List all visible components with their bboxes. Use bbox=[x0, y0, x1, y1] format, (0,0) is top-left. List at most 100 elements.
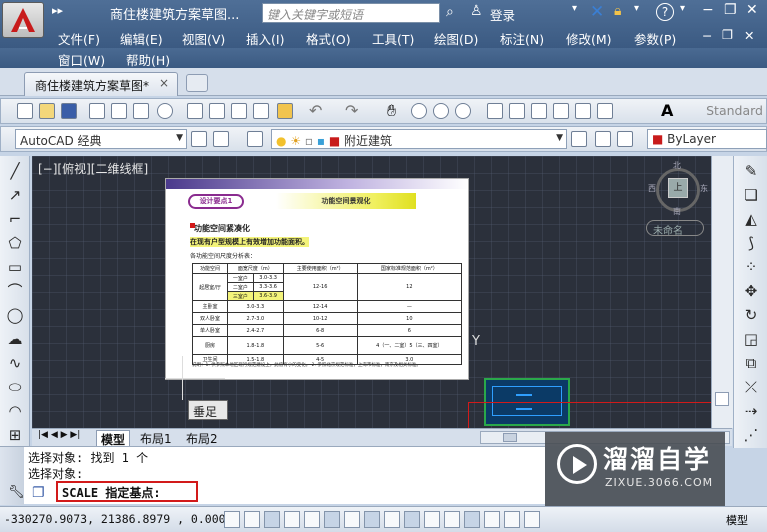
coordinate-readout[interactable]: -330270.9073, 21386.8979 , 0.0000 bbox=[4, 512, 232, 526]
spline-icon[interactable]: ∿ bbox=[6, 354, 24, 372]
move-icon[interactable]: ✥ bbox=[742, 282, 760, 300]
status-model-label[interactable]: 模型 bbox=[726, 512, 748, 528]
grid-display-icon[interactable] bbox=[264, 511, 280, 528]
infer-constraints-icon[interactable] bbox=[224, 511, 240, 528]
close-window-icon[interactable]: ✕ bbox=[746, 2, 758, 18]
cut-icon[interactable] bbox=[187, 103, 203, 119]
dropdown-arrow-icon-2[interactable]: ▾ bbox=[634, 3, 639, 14]
login-link[interactable]: 登录 bbox=[490, 5, 515, 24]
workspace-save-icon[interactable] bbox=[213, 131, 229, 147]
dynamic-input-icon[interactable] bbox=[404, 511, 420, 528]
color-combo[interactable]: ■ ByLayer bbox=[647, 129, 767, 149]
tool-palettes-icon[interactable] bbox=[531, 103, 547, 119]
workspace-settings-icon[interactable] bbox=[191, 131, 207, 147]
menu-format[interactable]: 格式(O) bbox=[306, 29, 351, 48]
ortho-mode-icon[interactable] bbox=[284, 511, 300, 528]
search-input[interactable]: 键入关键字或短语 bbox=[262, 3, 440, 23]
zoom-realtime-icon[interactable] bbox=[411, 103, 427, 119]
mdi-minimize-icon[interactable]: − bbox=[702, 28, 712, 43]
new-file-icon[interactable] bbox=[17, 103, 33, 119]
object-snap-icon[interactable] bbox=[324, 511, 340, 528]
construction-line-icon[interactable]: ↗ bbox=[6, 186, 24, 204]
zoom-previous-icon[interactable] bbox=[455, 103, 471, 119]
close-tab-icon[interactable]: × bbox=[159, 76, 169, 90]
offset-icon[interactable]: ⟆ bbox=[742, 234, 760, 252]
undo-icon[interactable]: ↶ bbox=[309, 101, 322, 120]
menu-help[interactable]: 帮助(H) bbox=[126, 50, 170, 69]
tab-nav-first-icon[interactable]: |◀ ◀ ▶ ▶| bbox=[34, 430, 84, 440]
vertical-scrollbar[interactable] bbox=[711, 156, 733, 428]
mdi-restore-icon[interactable]: ❐ bbox=[722, 27, 733, 42]
ucs-menu[interactable]: 未命名 bbox=[646, 220, 704, 237]
menu-draw[interactable]: 绘图(D) bbox=[434, 29, 478, 48]
sheet-set-icon[interactable] bbox=[553, 103, 569, 119]
polygon-icon[interactable]: ⬠ bbox=[6, 234, 24, 252]
application-menu-button[interactable] bbox=[2, 2, 44, 38]
viewcube-top-face[interactable]: 上 bbox=[668, 178, 688, 198]
3d-osnap-icon[interactable] bbox=[344, 511, 360, 528]
insert-block-icon[interactable]: ⊞ bbox=[6, 426, 24, 444]
menu-tools[interactable]: 工具(T) bbox=[372, 29, 414, 48]
embedded-document-image[interactable]: 设计要点1 功能空间景观化 功能空间紧凑化 在现有户型规模上有效增加功能面积。 … bbox=[165, 178, 469, 380]
new-tab-button[interactable] bbox=[186, 74, 208, 92]
dropdown-arrow-icon[interactable]: ▾ bbox=[572, 3, 577, 14]
workspace-combo[interactable]: AutoCAD 经典 ▼ bbox=[15, 129, 187, 149]
polar-tracking-icon[interactable] bbox=[304, 511, 320, 528]
pan-icon[interactable] bbox=[524, 511, 540, 528]
lineweight-icon[interactable] bbox=[424, 511, 440, 528]
revision-cloud-icon[interactable]: ☁ bbox=[6, 330, 24, 348]
wrench-icon[interactable]: 🔧︎ bbox=[8, 485, 25, 500]
binoculars-icon[interactable]: ⌕ bbox=[446, 4, 454, 20]
make-current-layer-icon[interactable] bbox=[571, 131, 587, 147]
layer-manager-icon[interactable] bbox=[247, 131, 263, 147]
copy-icon[interactable] bbox=[209, 103, 225, 119]
design-center-icon[interactable] bbox=[509, 103, 525, 119]
user-icon[interactable]: ♙ bbox=[470, 3, 483, 19]
restore-window-icon[interactable]: ❐ bbox=[724, 2, 737, 18]
quick-access-expand-icon[interactable]: ▸▸ bbox=[52, 4, 63, 17]
publish-icon[interactable] bbox=[157, 103, 173, 119]
vertical-scroll-thumb[interactable] bbox=[715, 392, 729, 406]
trim-icon[interactable]: ⤫ bbox=[742, 378, 760, 396]
selection-cycling-icon[interactable] bbox=[484, 511, 500, 528]
otrack-icon[interactable] bbox=[364, 511, 380, 528]
match-properties-icon[interactable] bbox=[253, 103, 269, 119]
snap-mode-icon[interactable] bbox=[244, 511, 260, 528]
mdi-close-icon[interactable]: ✕ bbox=[744, 28, 754, 43]
drawing-canvas[interactable]: [−][俯视][二维线框] 设计要点1 功能空间景观化 功能空间紧凑化 在现有户… bbox=[32, 156, 711, 428]
transparency-icon[interactable] bbox=[444, 511, 460, 528]
calculator-icon[interactable] bbox=[597, 103, 613, 119]
help-dropdown-icon[interactable]: ▾ bbox=[680, 3, 685, 14]
properties-icon[interactable] bbox=[487, 103, 503, 119]
print-preview-icon[interactable] bbox=[111, 103, 127, 119]
document-tab[interactable]: 商住楼建筑方案草图* × bbox=[24, 72, 178, 96]
command-history-icon[interactable]: ❐ bbox=[32, 485, 45, 501]
exchange-icon[interactable]: ✕ bbox=[590, 2, 604, 22]
menu-edit[interactable]: 编辑(E) bbox=[120, 29, 163, 48]
scale-icon[interactable]: ◲ bbox=[742, 330, 760, 348]
menu-parametric[interactable]: 参数(P) bbox=[634, 29, 676, 48]
help-icon[interactable]: ? bbox=[656, 3, 674, 21]
pan-hand-icon[interactable]: ✋︎ bbox=[387, 101, 396, 121]
quick-properties-icon[interactable] bbox=[464, 511, 480, 528]
command-input[interactable]: SCALE 指定基点: bbox=[56, 481, 198, 502]
break-icon[interactable]: ⋰ bbox=[742, 426, 760, 444]
array-icon[interactable]: ⁘ bbox=[742, 258, 760, 276]
rectangle-icon[interactable]: ▭ bbox=[6, 258, 24, 276]
open-file-icon[interactable] bbox=[39, 103, 55, 119]
layer-combo[interactable]: ● ☀ ▫ ▪ ■ 附近建筑 ▼ bbox=[271, 129, 567, 149]
rotate-icon[interactable]: ↻ bbox=[742, 306, 760, 324]
scrollbar-thumb[interactable] bbox=[503, 433, 517, 442]
viewport-controls-label[interactable]: [−][俯视][二维线框] bbox=[38, 160, 148, 177]
layer-previous-icon[interactable] bbox=[595, 131, 611, 147]
paste-icon[interactable] bbox=[231, 103, 247, 119]
zoom-window-icon[interactable] bbox=[433, 103, 449, 119]
minimize-window-icon[interactable]: − bbox=[702, 2, 714, 18]
dynamic-ucs-icon[interactable] bbox=[384, 511, 400, 528]
layer-state-icon[interactable] bbox=[617, 131, 633, 147]
menu-window[interactable]: 窗口(W) bbox=[58, 50, 105, 69]
menu-view[interactable]: 视图(V) bbox=[182, 29, 225, 48]
tab-layout1[interactable]: 布局1 bbox=[136, 430, 176, 447]
plot-icon[interactable] bbox=[133, 103, 149, 119]
print-icon[interactable] bbox=[89, 103, 105, 119]
